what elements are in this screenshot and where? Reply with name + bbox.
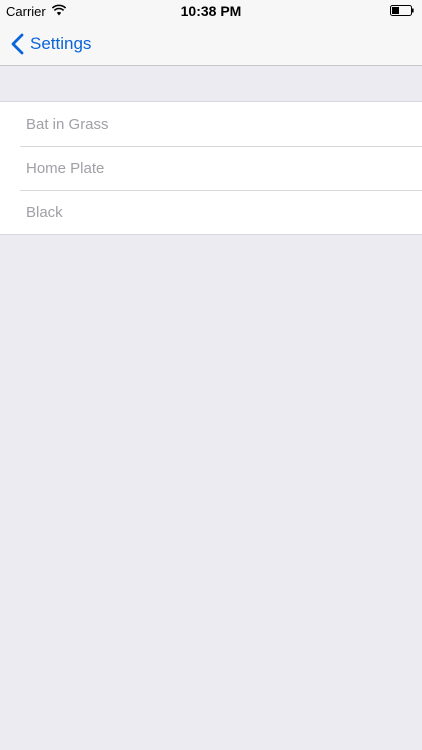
chevron-left-icon bbox=[11, 33, 24, 54]
list-item[interactable]: Home Plate bbox=[0, 146, 422, 190]
list-item-label: Home Plate bbox=[26, 159, 105, 177]
navigation-bar: Settings bbox=[0, 22, 422, 66]
list-item[interactable]: Black bbox=[0, 190, 422, 234]
status-time: 10:38 PM bbox=[180, 3, 242, 19]
back-button-label: Settings bbox=[30, 33, 92, 53]
back-button[interactable]: Settings bbox=[10, 22, 91, 65]
battery-icon bbox=[390, 5, 414, 16]
list-item-label: Black bbox=[26, 203, 63, 221]
list-item[interactable]: Bat in Grass bbox=[0, 102, 422, 146]
options-list: Bat in Grass Home Plate Black bbox=[0, 101, 422, 235]
status-bar: Carrier 10:38 PM bbox=[0, 0, 422, 22]
list-item-label: Bat in Grass bbox=[26, 115, 109, 133]
